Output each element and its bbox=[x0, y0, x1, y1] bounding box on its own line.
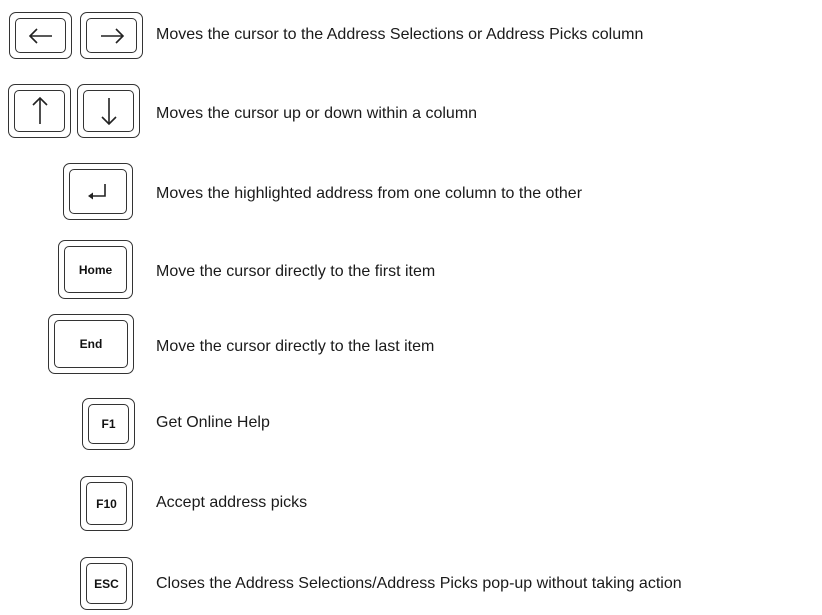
description-up-down: Moves the cursor up or down within a col… bbox=[156, 105, 478, 122]
left-arrow-icon bbox=[28, 27, 52, 44]
home-key-label: Home bbox=[78, 262, 113, 277]
description-left-right: Moves the cursor to the Address Selectio… bbox=[156, 26, 644, 43]
description-f10: Accept address picks bbox=[156, 494, 308, 511]
down-arrow-icon bbox=[100, 98, 117, 126]
right-arrow-icon bbox=[100, 27, 124, 44]
home-key: Home bbox=[58, 240, 133, 299]
end-key: End bbox=[48, 314, 134, 374]
f1-key-label: F1 bbox=[101, 417, 116, 431]
right-arrow-key bbox=[80, 12, 143, 59]
description-f1: Get Online Help bbox=[156, 414, 270, 431]
esc-key-label: ESC bbox=[94, 576, 119, 591]
left-arrow-key bbox=[9, 12, 72, 59]
f10-key: F10 bbox=[80, 476, 133, 531]
esc-key: ESC bbox=[80, 557, 133, 610]
up-arrow-key bbox=[8, 84, 71, 138]
description-home: Move the cursor directly to the first it… bbox=[156, 263, 436, 280]
up-arrow-icon bbox=[31, 96, 48, 124]
description-end: Move the cursor directly to the last ite… bbox=[156, 338, 435, 355]
f1-key: F1 bbox=[82, 398, 135, 450]
down-arrow-key bbox=[77, 84, 140, 138]
description-esc: Closes the Address Selections/Address Pi… bbox=[156, 575, 682, 592]
f10-key-label: F10 bbox=[96, 496, 117, 511]
end-key-label: End bbox=[79, 337, 103, 351]
description-enter: Moves the highlighted address from one c… bbox=[156, 185, 583, 202]
enter-key bbox=[63, 163, 133, 220]
enter-arrow-icon bbox=[88, 183, 106, 199]
